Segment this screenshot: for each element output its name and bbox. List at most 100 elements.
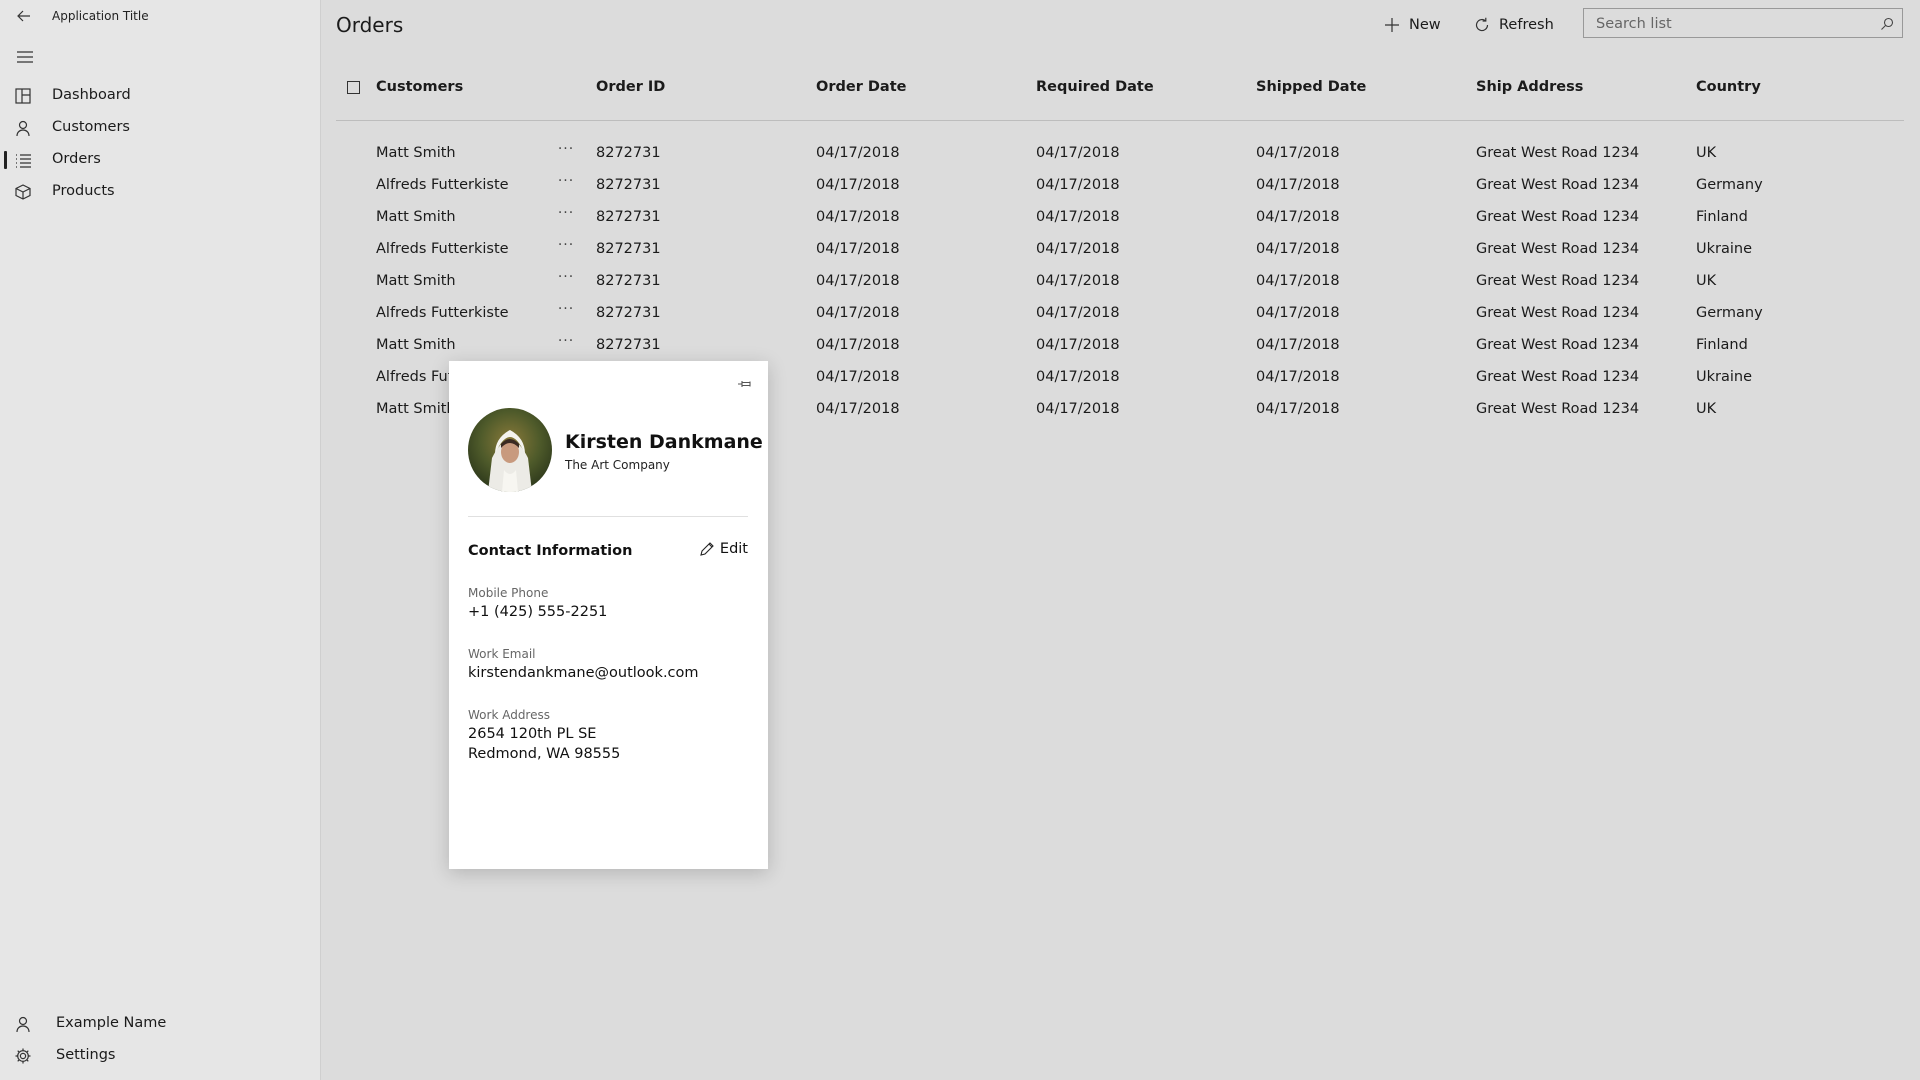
table-header: Customers Order ID Order Date Required D… <box>336 72 1904 100</box>
search-icon[interactable] <box>1880 16 1894 30</box>
cell-shipped-date: 04/17/2018 <box>1256 145 1340 161</box>
search-box[interactable] <box>1583 8 1903 38</box>
cell-order-id: 8272731 <box>596 177 661 193</box>
table-row[interactable]: Matt Smith ··· 8272731 04/17/2018 04/17/… <box>336 202 1904 234</box>
settings-label: Settings <box>56 1047 116 1063</box>
new-button[interactable]: New <box>1383 12 1441 38</box>
cell-customer: Matt Smith <box>376 209 456 225</box>
column-header-country[interactable]: Country <box>1696 79 1761 95</box>
dashboard-icon <box>14 87 32 105</box>
person-icon <box>14 119 32 137</box>
cell-ship-address: Great West Road 1234 <box>1476 273 1640 289</box>
mobile-phone-value[interactable]: +1 (425) 555-2251 <box>468 604 607 620</box>
contact-name: Kirsten Dankmane <box>565 431 763 453</box>
gear-icon <box>14 1047 32 1065</box>
cell-customer: Alfreds Futterkiste <box>376 305 509 321</box>
table-row[interactable]: Matt Smith ··· 8272731 04/17/2018 04/17/… <box>336 330 1904 362</box>
cell-required-date: 04/17/2018 <box>1036 145 1120 161</box>
sidebar-item-orders[interactable]: Orders <box>0 144 320 176</box>
sidebar-item-dashboard[interactable]: Dashboard <box>0 80 320 112</box>
new-button-label: New <box>1409 17 1441 33</box>
sidebar-item-customers[interactable]: Customers <box>0 112 320 144</box>
hamburger-menu-icon[interactable] <box>14 46 36 68</box>
cell-shipped-date: 04/17/2018 <box>1256 273 1340 289</box>
box-icon <box>14 183 32 201</box>
work-address-line1[interactable]: 2654 120th PL SE <box>468 726 596 742</box>
account-button[interactable]: Example Name <box>0 1008 320 1040</box>
cell-ship-address: Great West Road 1234 <box>1476 337 1640 353</box>
cell-order-date: 04/17/2018 <box>816 145 900 161</box>
cell-country: UK <box>1696 401 1717 417</box>
cell-ship-address: Great West Road 1234 <box>1476 369 1640 385</box>
contact-info-heading: Contact Information <box>468 543 633 559</box>
sidebar-item-label: Customers <box>52 119 130 135</box>
mobile-phone-label: Mobile Phone <box>468 586 549 600</box>
avatar <box>468 408 552 492</box>
back-arrow-icon[interactable] <box>14 6 34 26</box>
cell-required-date: 04/17/2018 <box>1036 305 1120 321</box>
plus-icon <box>1385 18 1399 32</box>
cell-order-date: 04/17/2018 <box>816 209 900 225</box>
more-options-icon[interactable]: ··· <box>554 301 578 319</box>
select-all-checkbox[interactable] <box>347 81 360 94</box>
more-options-icon[interactable]: ··· <box>554 141 578 159</box>
cell-order-id: 8272731 <box>596 273 661 289</box>
cell-customer: Matt Smith <box>376 145 456 161</box>
work-email-label: Work Email <box>468 647 536 661</box>
more-options-icon[interactable]: ··· <box>554 269 578 287</box>
cell-ship-address: Great West Road 1234 <box>1476 177 1640 193</box>
more-options-icon[interactable]: ··· <box>554 237 578 255</box>
more-options-icon[interactable]: ··· <box>554 173 578 191</box>
title-bar: Application Title <box>0 0 320 34</box>
cell-ship-address: Great West Road 1234 <box>1476 305 1640 321</box>
sidebar: Application Title Dashboard Customers Or… <box>0 0 321 1080</box>
work-address-label: Work Address <box>468 708 550 722</box>
header-divider <box>336 120 1904 121</box>
table-row[interactable]: Matt Smith ··· 8272731 04/17/2018 04/17/… <box>336 138 1904 170</box>
pin-icon[interactable] <box>736 375 754 393</box>
sidebar-item-label: Dashboard <box>52 87 131 103</box>
sidebar-item-products[interactable]: Products <box>0 176 320 208</box>
column-header-customers[interactable]: Customers <box>376 79 463 95</box>
column-header-order-id[interactable]: Order ID <box>596 79 665 95</box>
cell-country: Germany <box>1696 305 1763 321</box>
more-options-icon[interactable]: ··· <box>554 333 578 351</box>
refresh-button-label: Refresh <box>1499 17 1554 33</box>
column-header-order-date[interactable]: Order Date <box>816 79 906 95</box>
card-divider <box>468 516 748 517</box>
column-header-required-date[interactable]: Required Date <box>1036 79 1154 95</box>
cell-country: Finland <box>1696 209 1748 225</box>
cell-ship-address: Great West Road 1234 <box>1476 145 1640 161</box>
work-email-value[interactable]: kirstendankmane@outlook.com <box>468 665 699 681</box>
cell-country: Germany <box>1696 177 1763 193</box>
cell-country: UK <box>1696 145 1717 161</box>
refresh-button[interactable]: Refresh <box>1473 12 1554 38</box>
cell-order-date: 04/17/2018 <box>816 337 900 353</box>
list-icon <box>14 151 32 169</box>
cell-country: Ukraine <box>1696 369 1752 385</box>
table-row[interactable]: Matt Smith ··· 8272731 04/17/2018 04/17/… <box>336 266 1904 298</box>
sidebar-item-label: Products <box>52 183 115 199</box>
settings-button[interactable]: Settings <box>0 1040 320 1072</box>
cell-customer: Matt Smith <box>376 337 456 353</box>
cell-order-id: 8272731 <box>596 337 661 353</box>
cell-required-date: 04/17/2018 <box>1036 337 1120 353</box>
cell-order-date: 04/17/2018 <box>816 177 900 193</box>
cell-shipped-date: 04/17/2018 <box>1256 241 1340 257</box>
cell-country: Ukraine <box>1696 241 1752 257</box>
cell-country: UK <box>1696 273 1717 289</box>
column-header-ship-address[interactable]: Ship Address <box>1476 79 1583 95</box>
table-row[interactable]: Alfreds Futterkiste ··· 8272731 04/17/20… <box>336 170 1904 202</box>
more-options-icon[interactable]: ··· <box>554 205 578 223</box>
work-address-line2[interactable]: Redmond, WA 98555 <box>468 746 620 762</box>
cell-shipped-date: 04/17/2018 <box>1256 209 1340 225</box>
column-header-shipped-date[interactable]: Shipped Date <box>1256 79 1366 95</box>
contact-card: Kirsten Dankmane The Art Company Contact… <box>449 361 768 869</box>
table-row[interactable]: Alfreds Futterkiste ··· 8272731 04/17/20… <box>336 234 1904 266</box>
table-row[interactable]: Alfreds Futterkiste ··· 8272731 04/17/20… <box>336 298 1904 330</box>
edit-button[interactable]: Edit <box>699 541 748 557</box>
account-name: Example Name <box>56 1015 167 1031</box>
search-input[interactable] <box>1594 13 1868 35</box>
cell-customer: Matt Smith <box>376 401 456 417</box>
cell-shipped-date: 04/17/2018 <box>1256 401 1340 417</box>
